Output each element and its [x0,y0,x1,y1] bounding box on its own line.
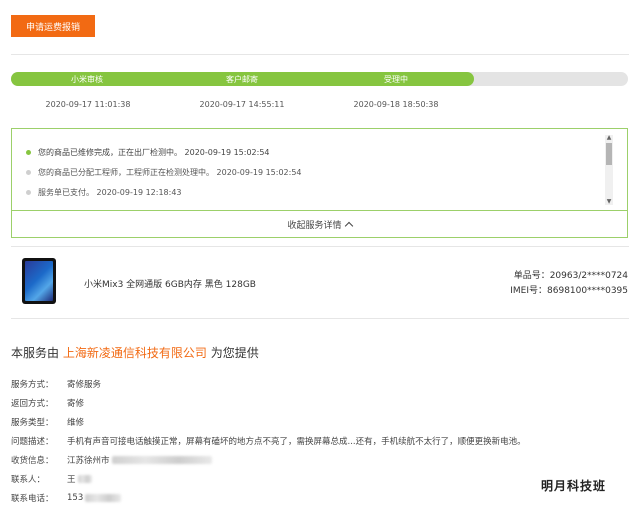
info-row-address: 收货信息： 江苏徐州市 [11,450,526,469]
redacted-text [111,455,212,464]
info-label: 服务方式： [11,379,54,390]
product-image [22,258,56,304]
provider-company-link[interactable]: 上海新凌通信科技有限公司 [63,346,207,360]
product-name: 小米Mix3 全网通版 6GB内存 黑色 128GB [84,280,256,290]
info-value: 寄修 [67,398,85,409]
log-item-text: 服务单已支付。 2020-09-19 12:18:43 [38,188,182,197]
apply-shipping-reimbursement-button[interactable]: 申请运费报销 [11,15,95,37]
provider-suffix: 为您提供 [210,346,259,360]
redacted-text [85,493,122,502]
info-row-service-mode: 服务方式： 寄修服务 [11,374,526,393]
info-value: 王 [67,474,76,485]
collapse-service-details-button[interactable]: 收起服务详情 [12,210,627,237]
log-item: 您的商品已分配工程师，工程师正在检测处理中。 2020-09-19 15:02:… [12,166,602,186]
info-label: 返回方式： [11,398,54,409]
scrollbar-thumb[interactable] [606,143,612,165]
collapse-label: 收起服务详情 [287,220,342,231]
info-value: 江苏徐州市 [67,455,110,466]
log-item: 服务单已支付。 2020-09-19 12:18:43 [12,186,602,206]
imei-number: IMEI号：8698100****0395 [510,286,628,296]
log-item-text: 您的商品已分配工程师，工程师正在检测处理中。 2020-09-19 15:02:… [38,168,302,177]
log-item: 您的商品已维修完成，正在出厂检测中。 2020-09-19 15:02:54 [12,146,602,166]
product-row: 小米Mix3 全网通版 6GB内存 黑色 128GB 单品号：20963/2**… [11,246,628,318]
status-dot-icon [26,170,31,175]
provider-prefix: 本服务由 [11,346,60,360]
step-label-ship: 客户邮寄 [226,74,258,84]
info-row-return-mode: 返回方式： 寄修 [11,393,526,412]
serial-number: 单品号：20963/2****0724 [513,271,628,281]
step-time-ship: 2020-09-17 14:55:11 [199,100,285,109]
chevron-up-icon [344,221,353,230]
product-identifiers: 单品号：20963/2****0724 IMEI号：8698100****039… [510,269,628,299]
divider [11,318,629,319]
step-label-processing: 受理中 [384,74,408,84]
info-row-contact: 联系人： 王 [11,469,526,488]
step-label-review: 小米审核 [71,74,103,84]
info-value: 维修 [67,417,85,428]
info-label: 服务类型： [11,417,54,428]
info-label: 联系电话： [11,493,54,504]
status-dot-icon [26,190,31,195]
service-log-list: 您的商品已维修完成，正在出厂检测中。 2020-09-19 15:02:54 您… [12,129,602,212]
redacted-text [77,474,92,483]
info-row-service-type: 服务类型： 维修 [11,412,526,431]
step-time-review: 2020-09-17 11:01:38 [45,100,131,109]
info-row-problem: 问题描述： 手机有声音可接电话触摸正常，屏幕有磕坏的地方点不亮了，需换屏幕总成.… [11,431,526,450]
info-value: 手机有声音可接电话触摸正常，屏幕有磕坏的地方点不亮了，需换屏幕总成...还有，手… [67,436,526,447]
info-value: 寄修服务 [67,379,102,390]
watermark: 明月科技班 [541,479,607,493]
log-scrollbar[interactable]: ▲ ▼ [605,135,613,205]
service-info: 服务方式： 寄修服务 返回方式： 寄修 服务类型： 维修 问题描述： 手机有声音… [11,374,526,506]
info-label: 收货信息： [11,455,54,466]
scroll-up-icon[interactable]: ▲ [605,135,613,141]
scroll-down-icon[interactable]: ▼ [605,199,613,205]
status-dot-icon [26,150,31,155]
log-item-text: 您的商品已维修完成，正在出厂检测中。 2020-09-19 15:02:54 [38,148,270,157]
info-label: 联系人： [11,474,46,485]
divider [11,54,629,55]
info-label: 问题描述： [11,436,54,447]
service-provider: 本服务由 上海新凌通信科技有限公司 为您提供 [11,344,259,361]
info-row-phone: 联系电话： 153 [11,488,526,506]
step-time-processing: 2020-09-18 18:50:38 [353,100,439,109]
service-log-panel: 您的商品已维修完成，正在出厂检测中。 2020-09-19 15:02:54 您… [11,128,628,238]
info-value: 153 [67,492,84,503]
